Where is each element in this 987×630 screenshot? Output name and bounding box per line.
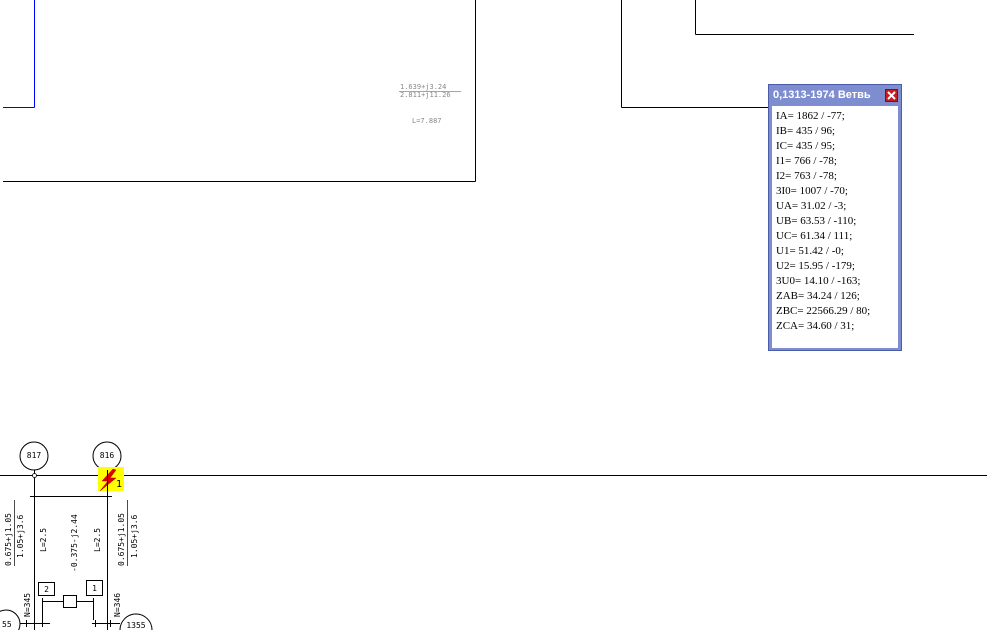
right-line-number: N=346 — [113, 593, 122, 617]
measurement-line: IA= 1862 / -77; — [776, 110, 845, 122]
measurement-line: I1= 766 / -78; — [776, 155, 837, 167]
upper-left-blue-line — [3, 0, 35, 108]
node-816-label: 816 — [100, 451, 115, 460]
transformer-box[interactable] — [63, 595, 77, 608]
measurement-line: 3I0= 1007 / -70; — [776, 185, 848, 197]
node-1355[interactable]: 1355 — [119, 613, 153, 630]
measurement-line: ZCA= 34.60 / 31; — [776, 320, 855, 332]
node-partial-left[interactable]: 55 — [0, 609, 21, 630]
right-branch-impedance: 0.675+j1.05 1.05+j3.6 — [117, 500, 139, 566]
measurement-line: UC= 61.34 / 111; — [776, 230, 853, 242]
middle-branch-impedance: -0.375-j2.44 — [70, 514, 79, 572]
measurement-line: 3U0= 14.10 / -163; — [776, 275, 861, 287]
node-817-label: 817 — [27, 451, 42, 460]
right-branch-z1: 0.675+j1.05 — [117, 513, 126, 566]
node-816[interactable]: 816 — [92, 441, 122, 471]
left-branch-z1: 0.675+j1.05 — [4, 513, 13, 566]
measurement-line: UA= 31.02 / -3; — [776, 200, 847, 212]
node-1355-label: 1355 — [126, 621, 145, 630]
measurement-line: I2= 763 / -78; — [776, 170, 837, 182]
left-branch-length: L=2.5 — [39, 528, 48, 552]
measurement-list: IA= 1862 / -77; IB= 435 / 96; IC= 435 / … — [773, 107, 897, 334]
fault-marker[interactable]: 1 — [98, 467, 124, 492]
measurement-line: IC= 435 / 95; — [776, 140, 836, 152]
measurement-line: U1= 51.42 / -0; — [776, 245, 844, 257]
upper-impedance-label-top: 1.639+j3.24 — [400, 83, 446, 91]
measurement-line: UB= 63.53 / -110; — [776, 215, 857, 227]
upper-length-label: L=7.887 — [412, 117, 442, 125]
breaker-2[interactable]: 2 — [38, 582, 55, 596]
node-817-tap — [32, 473, 37, 478]
breaker-2-number: 2 — [44, 585, 49, 594]
right-branch-z0: 1.05+j3.6 — [130, 514, 139, 558]
popup-close-button[interactable] — [885, 89, 898, 102]
close-icon — [886, 90, 897, 101]
node-817[interactable]: 817 — [19, 441, 49, 471]
right-branch-length: L=2.5 — [93, 528, 102, 552]
upper-impedance-label-bottom: 2.811+j11.26 — [400, 91, 451, 99]
left-branch-z0: 1.05+j3.6 — [16, 514, 25, 558]
breaker-1[interactable]: 1 — [86, 580, 103, 596]
measurement-line: IB= 435 / 96; — [776, 125, 836, 137]
popup-content: IA= 1862 / -77; IB= 435 / 96; IC= 435 / … — [772, 106, 898, 348]
breaker-1-number: 1 — [92, 584, 97, 593]
measurement-line: ZAB= 34.24 / 126; — [776, 290, 860, 302]
branch-info-popup[interactable]: 0,1313-1974 Ветвь IA= 1862 / -77; IB= 43… — [768, 84, 902, 351]
measurement-line: ZBC= 22566.29 / 80; — [776, 305, 871, 317]
node-partial-left-label: 55 — [2, 620, 12, 629]
left-branch-impedance: 0.675+j1.05 1.05+j3.6 — [4, 500, 25, 566]
popup-title-bar[interactable]: 0,1313-1974 Ветвь — [771, 87, 899, 105]
left-line-number: N=345 — [23, 593, 32, 617]
measurement-line: U2= 15.95 / -179; — [776, 260, 855, 272]
fault-marker-number: 1 — [116, 479, 122, 490]
popup-title: 0,1313-1974 Ветвь — [773, 89, 871, 101]
